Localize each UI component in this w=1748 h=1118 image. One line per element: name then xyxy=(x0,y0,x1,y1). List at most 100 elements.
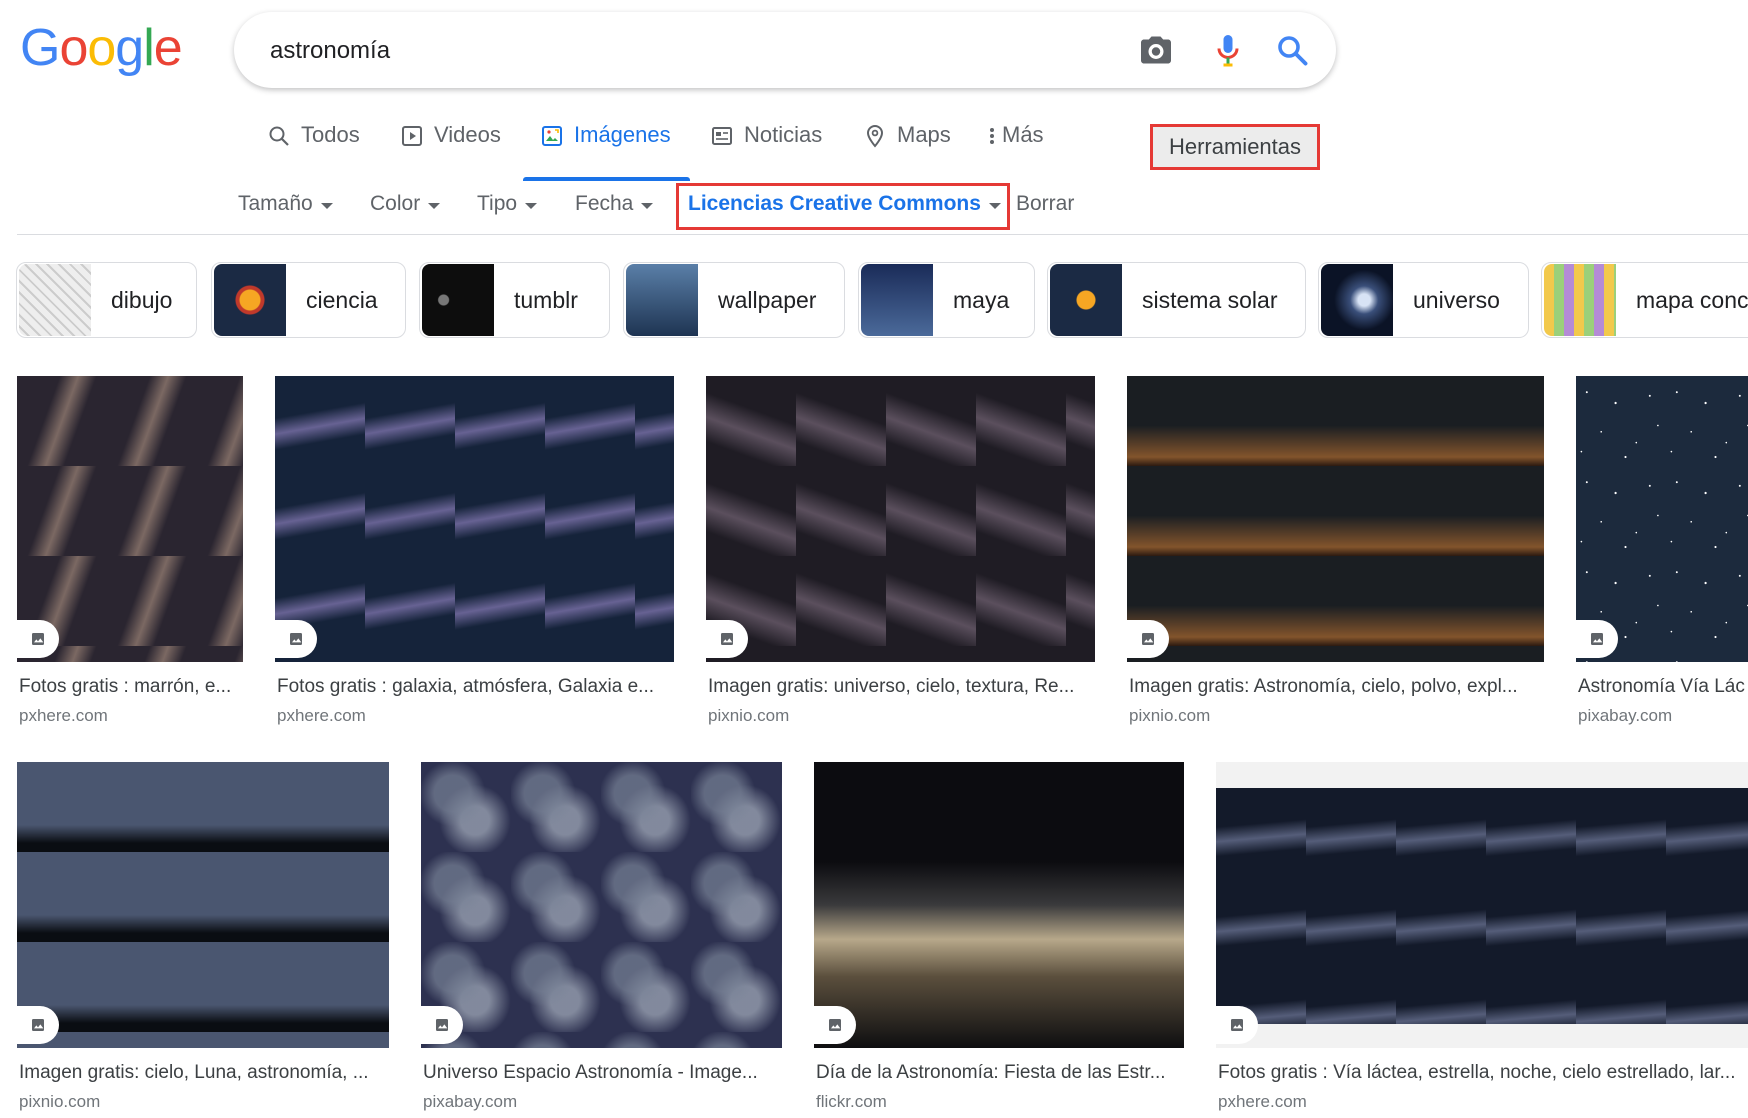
result-image xyxy=(1576,376,1748,662)
tab-videos[interactable]: Videos xyxy=(400,122,501,170)
tab-label: Imágenes xyxy=(574,122,671,147)
filter-color[interactable]: Color xyxy=(370,192,441,216)
tab-maps[interactable]: Maps xyxy=(863,122,951,170)
search-input[interactable] xyxy=(268,32,1072,70)
logo-letter: o xyxy=(59,19,88,77)
image-icon xyxy=(290,633,302,645)
filter-type[interactable]: Tipo xyxy=(477,192,538,216)
image-result[interactable]: Astronomía Vía Lác pixabay.com xyxy=(1576,376,1748,736)
result-source[interactable]: pixabay.com xyxy=(423,1092,517,1112)
image-result[interactable]: Imagen gratis: universo, cielo, textura,… xyxy=(706,376,1095,736)
tab-noticias[interactable]: Noticias xyxy=(710,122,822,170)
search-icon[interactable] xyxy=(1274,32,1310,68)
result-title[interactable]: Imagen gratis: universo, cielo, textura,… xyxy=(708,676,1074,698)
chip-maya[interactable]: maya xyxy=(858,262,1035,338)
image-result[interactable]: Imagen gratis: cielo, Luna, astronomía, … xyxy=(17,762,389,1118)
clear-filters-link[interactable]: Borrar xyxy=(1016,192,1074,216)
result-title[interactable]: Imagen gratis: Astronomía, cielo, polvo,… xyxy=(1129,676,1518,698)
result-image xyxy=(706,376,1095,662)
image-badge xyxy=(1576,620,1618,658)
map-pin-icon xyxy=(866,124,884,148)
logo-letter: o xyxy=(87,19,116,77)
chip-label: ciencia xyxy=(306,286,378,313)
chip-label: mapa conc xyxy=(1636,286,1748,313)
chip-label: universo xyxy=(1413,286,1500,313)
filter-label: Tamaño xyxy=(238,192,313,215)
chip-label: maya xyxy=(953,286,1010,313)
result-title[interactable]: Astronomía Vía Lác xyxy=(1578,676,1745,698)
result-source[interactable]: pxhere.com xyxy=(19,706,108,726)
image-badge xyxy=(17,620,59,658)
chip-thumbnail xyxy=(422,264,494,336)
image-badge xyxy=(421,1006,463,1044)
result-title[interactable]: Universo Espacio Astronomía - Image... xyxy=(423,1062,758,1084)
result-image xyxy=(275,376,674,662)
tab-label: Noticias xyxy=(744,122,823,147)
image-result[interactable]: Imagen gratis: Astronomía, cielo, polvo,… xyxy=(1127,376,1544,736)
result-image xyxy=(17,762,389,1048)
chip-label: wallpaper xyxy=(718,286,817,313)
tab-label: Todos xyxy=(301,122,360,147)
result-image xyxy=(814,762,1184,1048)
result-title[interactable]: Fotos gratis : Vía láctea, estrella, noc… xyxy=(1218,1062,1735,1084)
result-source[interactable]: pxhere.com xyxy=(1218,1092,1307,1112)
image-icon xyxy=(436,1019,448,1031)
chip-thumbnail xyxy=(1050,264,1122,336)
image-result[interactable]: Fotos gratis : galaxia, atmósfera, Galax… xyxy=(275,376,674,736)
result-title[interactable]: Día de la Astronomía: Fiesta de las Estr… xyxy=(816,1062,1166,1084)
result-image xyxy=(1127,376,1544,662)
result-source[interactable]: pixabay.com xyxy=(1578,706,1672,726)
image-result[interactable]: Fotos gratis : Vía láctea, estrella, noc… xyxy=(1216,762,1748,1118)
image-result[interactable]: Fotos gratis : marrón, e... pxhere.com xyxy=(17,376,243,736)
chip-label: dibujo xyxy=(111,286,173,313)
more-vert-icon xyxy=(990,128,994,144)
result-title[interactable]: Imagen gratis: cielo, Luna, astronomía, … xyxy=(19,1062,369,1084)
chip-sistema-solar[interactable]: sistema solar xyxy=(1047,262,1306,338)
image-icon xyxy=(1231,1019,1243,1031)
chip-thumbnail xyxy=(1321,264,1393,336)
result-source[interactable]: pxhere.com xyxy=(277,706,366,726)
tools-button[interactable]: Herramientas xyxy=(1150,124,1320,170)
image-badge xyxy=(275,620,317,658)
chip-thumbnail xyxy=(861,264,933,336)
filter-date[interactable]: Fecha xyxy=(575,192,654,216)
caret-down-icon xyxy=(525,202,538,209)
search-box xyxy=(234,12,1336,88)
tab-mas[interactable]: Más xyxy=(986,122,1044,170)
filter-label: Tipo xyxy=(477,192,518,215)
play-icon xyxy=(402,126,422,146)
mic-icon[interactable] xyxy=(1210,32,1246,68)
chip-ciencia[interactable]: ciencia xyxy=(211,262,406,338)
tab-imagenes[interactable]: Imágenes xyxy=(540,122,671,170)
tab-label: Maps xyxy=(897,122,951,147)
result-title[interactable]: Fotos gratis : marrón, e... xyxy=(19,676,231,698)
logo-letter: g xyxy=(115,19,144,77)
logo-letter: G xyxy=(20,19,60,77)
image-icon xyxy=(1142,633,1154,645)
camera-icon[interactable] xyxy=(1138,32,1174,68)
chip-universo[interactable]: universo xyxy=(1318,262,1529,338)
result-source[interactable]: pixnio.com xyxy=(19,1092,100,1112)
search-icon xyxy=(269,126,289,146)
chip-dibujo[interactable]: dibujo xyxy=(16,262,197,338)
result-image-frame xyxy=(1216,762,1748,1048)
result-source[interactable]: flickr.com xyxy=(816,1092,887,1112)
image-result[interactable]: Día de la Astronomía: Fiesta de las Estr… xyxy=(814,762,1184,1118)
chip-thumbnail xyxy=(214,264,286,336)
chip-tumblr[interactable]: tumblr xyxy=(419,262,610,338)
caret-down-icon xyxy=(428,202,441,209)
result-source[interactable]: pixnio.com xyxy=(708,706,789,726)
result-title[interactable]: Fotos gratis : galaxia, atmósfera, Galax… xyxy=(277,676,654,698)
filter-size[interactable]: Tamaño xyxy=(238,192,333,216)
chip-wallpaper[interactable]: wallpaper xyxy=(623,262,845,338)
divider xyxy=(17,234,1748,235)
google-logo[interactable]: Google xyxy=(20,18,183,78)
news-icon xyxy=(712,127,732,145)
chip-mapa-conceptual[interactable]: mapa conc xyxy=(1541,262,1748,338)
image-badge xyxy=(1216,1006,1258,1044)
result-source[interactable]: pixnio.com xyxy=(1129,706,1210,726)
image-badge xyxy=(706,620,748,658)
chip-label: tumblr xyxy=(514,286,578,313)
tab-todos[interactable]: Todos xyxy=(267,122,360,170)
image-result[interactable]: Universo Espacio Astronomía - Image... p… xyxy=(421,762,782,1118)
